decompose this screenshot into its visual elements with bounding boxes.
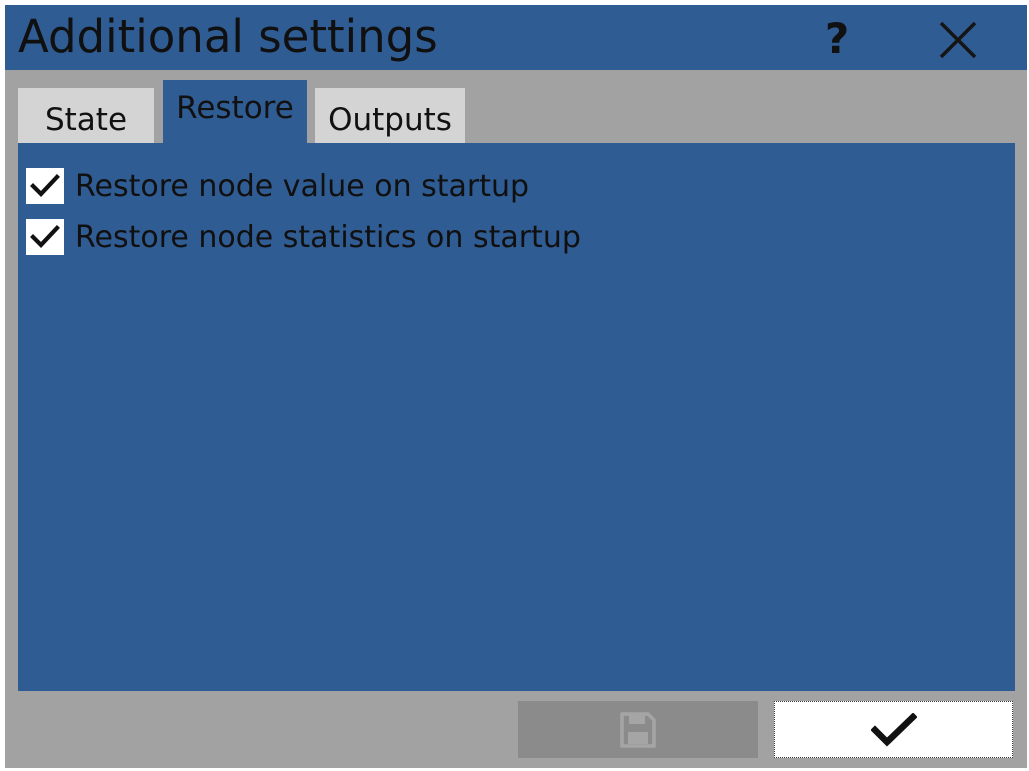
restore-value-label: Restore node value on startup [75,168,530,204]
additional-settings-dialog: Additional settings ? State Restore Outp… [5,5,1027,768]
close-button[interactable] [931,13,985,67]
tab-outputs-label: Outputs [328,101,452,138]
title-bar: Additional settings ? [5,5,1027,70]
tab-state-label: State [44,101,128,138]
tab-outputs[interactable]: Outputs [315,88,465,143]
checkmark-icon [870,712,917,747]
tab-restore[interactable]: Restore [163,80,307,144]
restore-statistics-checkbox[interactable] [26,219,64,255]
tab-restore-label: Restore [176,90,294,126]
close-icon [939,21,977,59]
checkmark-icon [30,174,60,198]
help-icon: ? [824,13,850,63]
restore-value-option[interactable]: Restore node value on startup [26,166,529,206]
ok-button[interactable] [774,701,1013,758]
restore-statistics-label: Restore node statistics on startup [75,219,581,255]
tab-state[interactable]: State [18,88,154,143]
help-button[interactable]: ? [810,11,864,65]
checkmark-icon [30,225,60,249]
restore-statistics-option[interactable]: Restore node statistics on startup [26,217,581,257]
dialog-title: Additional settings [18,10,438,63]
restore-value-checkbox[interactable] [26,168,64,204]
save-icon [620,711,656,748]
save-button[interactable] [518,701,758,758]
